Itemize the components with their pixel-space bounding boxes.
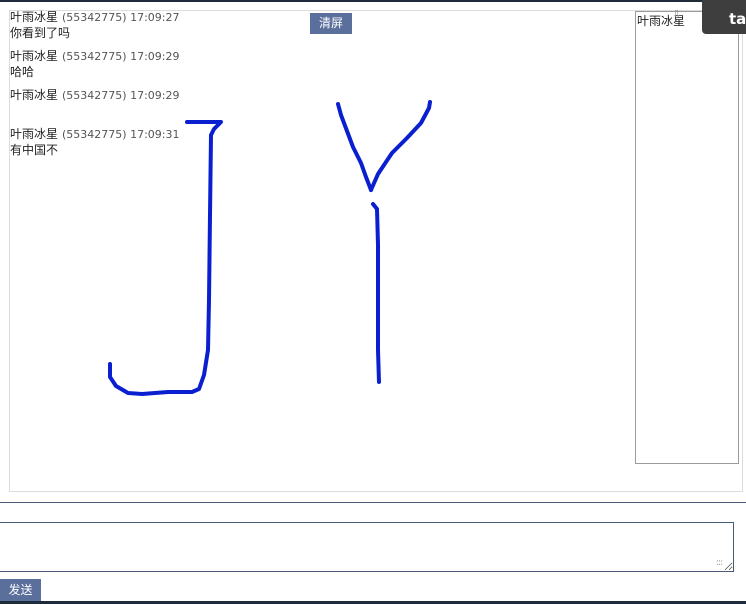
sender-name: 叶雨冰星: [10, 49, 59, 63]
sender-meta: (55342775) 17:09:31: [62, 128, 179, 141]
composer-separator: [0, 502, 746, 503]
message-text: 有中国不: [10, 143, 59, 157]
download-icon[interactable]: ⇩: [672, 8, 682, 21]
message-header: 叶雨冰星 (55342775) 17:09:29: [10, 87, 310, 103]
message-item: 叶雨冰星 (55342775) 17:09:27 你看到了吗: [10, 9, 310, 41]
clear-screen-button[interactable]: 清屏: [310, 13, 352, 34]
sender-id: (55342775): [62, 50, 127, 63]
message-header: 叶雨冰星 (55342775) 17:09:29: [10, 48, 310, 64]
message-input[interactable]: [0, 522, 734, 572]
message-text: 哈哈: [10, 65, 35, 79]
message-item: 叶雨冰星 (55342775) 17:09:29 哈哈: [10, 48, 310, 80]
message-time: 17:09:29: [130, 89, 180, 102]
sender-name: 叶雨冰星: [10, 127, 59, 141]
sender-name: 叶雨冰星: [10, 10, 59, 24]
top-border: [0, 0, 746, 2]
sender-id: (55342775): [62, 11, 127, 24]
message-header: 叶雨冰星 (55342775) 17:09:27: [10, 9, 310, 25]
message-time: 17:09:27: [130, 11, 180, 24]
message-header: 叶雨冰星 (55342775) 17:09:31: [10, 126, 310, 142]
sender-meta: (55342775) 17:09:29: [62, 50, 179, 63]
message-time: 17:09:29: [130, 50, 180, 63]
online-user-list: 叶雨冰星: [635, 11, 739, 464]
message-text: 你看到了吗: [10, 26, 71, 40]
message-list: 叶雨冰星 (55342775) 17:09:27 你看到了吗 叶雨冰星 (55342…: [10, 9, 310, 165]
message-item: 叶雨冰星 (55342775) 17:09:29: [10, 87, 310, 119]
sender-name: 叶雨冰星: [10, 88, 59, 102]
message-item: 叶雨冰星 (55342775) 17:09:31 有中国不: [10, 126, 310, 158]
message-time: 17:09:31: [130, 128, 180, 141]
sender-id: (55342775): [62, 128, 127, 141]
send-button[interactable]: 发送: [0, 579, 41, 601]
sender-id: (55342775): [62, 89, 127, 102]
resize-grip-icon[interactable]: :::: [716, 558, 728, 568]
sender-meta: (55342775) 17:09:27: [62, 11, 179, 24]
overlay-tab[interactable]: tar: [702, 0, 746, 34]
message-text: [10, 103, 310, 119]
sender-meta: (55342775) 17:09:29: [62, 89, 179, 102]
